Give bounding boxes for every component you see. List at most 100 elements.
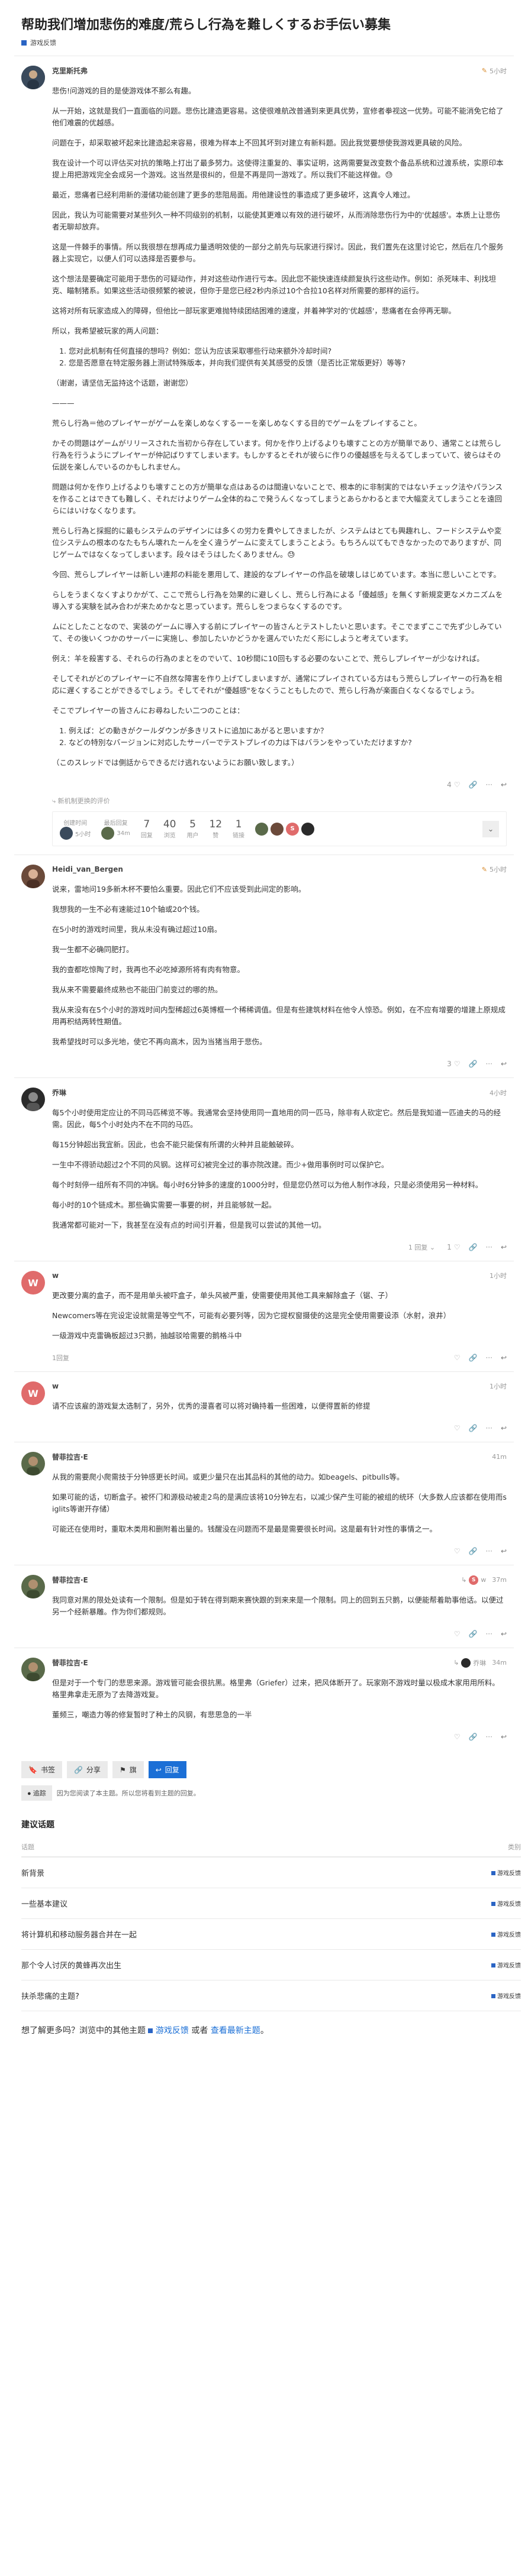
participant-avatar[interactable] xyxy=(255,822,269,836)
category-badge[interactable]: 游戏反馈 xyxy=(497,1963,521,1969)
participant-avatar[interactable] xyxy=(271,822,284,836)
more-icon[interactable]: ··· xyxy=(485,1354,492,1362)
heart-icon[interactable]: ♡ xyxy=(454,1630,461,1638)
avatar[interactable] xyxy=(21,1452,45,1475)
username[interactable]: 乔琳 xyxy=(52,1088,66,1098)
suggested-topic-link[interactable]: 扶杀悲痛的主题? xyxy=(21,1980,419,2011)
creator-avatar[interactable] xyxy=(60,827,73,840)
like-count[interactable]: 4 xyxy=(447,781,452,789)
reply-arrow-icon[interactable]: ↩ xyxy=(501,1060,507,1068)
username[interactable]: 克里斯托弗 xyxy=(52,66,88,76)
more-icon[interactable]: ··· xyxy=(485,1733,492,1741)
avatar[interactable] xyxy=(21,1088,45,1111)
edit-pencil-icon[interactable]: ✎ xyxy=(482,67,487,75)
link-icon[interactable]: 🔗 xyxy=(469,1424,478,1432)
stat-views: 40 浏览 xyxy=(163,818,176,839)
reply-to-indicator[interactable]: ↳ Sw xyxy=(461,1575,486,1585)
reply-arrow-icon[interactable]: ↩ xyxy=(501,1547,507,1555)
avatar[interactable]: W xyxy=(21,1271,45,1295)
category-badge[interactable]: 游戏反馈 xyxy=(497,1901,521,1908)
tracking-button[interactable]: ● 追踪 xyxy=(21,1785,52,1801)
link-icon[interactable]: 🔗 xyxy=(469,1354,478,1362)
participant-avatar[interactable]: S xyxy=(286,822,300,836)
category-link[interactable]: 游戏反馈 xyxy=(156,2026,189,2035)
more-icon[interactable]: ··· xyxy=(485,1630,492,1638)
username[interactable]: Heidi_van_Bergen xyxy=(52,865,123,873)
post-actions: 3 ♡ 🔗 ··· ↩ xyxy=(52,1056,507,1072)
bookmark-button[interactable]: 🔖 书签 xyxy=(21,1761,62,1778)
latest-topics-link[interactable]: 查看最新主题 xyxy=(211,2026,260,2035)
heart-icon[interactable]: ♡ xyxy=(454,1243,461,1251)
heart-icon[interactable]: ♡ xyxy=(454,1354,461,1362)
username[interactable]: w xyxy=(52,1382,59,1390)
heart-icon[interactable]: ♡ xyxy=(454,1547,461,1555)
category-badge[interactable]: 游戏反馈 xyxy=(497,1932,521,1939)
column-header: 话题 xyxy=(21,1837,419,1857)
heart-icon[interactable]: ♡ xyxy=(454,781,461,789)
avatar[interactable] xyxy=(21,1575,45,1598)
flag-button[interactable]: ⚑ 旗 xyxy=(112,1761,144,1778)
post-time[interactable]: 4小时 xyxy=(490,1088,507,1098)
share-button[interactable]: 🔗 分享 xyxy=(66,1761,108,1778)
link-icon[interactable]: 🔗 xyxy=(469,1733,478,1741)
suggested-topic-link[interactable]: 一些基本建议 xyxy=(21,1888,419,1919)
username[interactable]: 替菲拉吉·E xyxy=(52,1575,88,1585)
reply-to-indicator[interactable]: ↳ 乔琳 xyxy=(453,1658,486,1668)
table-row[interactable]: 将计算机和移动服务器合并在一起 游戏反馈 xyxy=(21,1918,521,1950)
heart-icon[interactable]: ♡ xyxy=(454,1060,461,1068)
reply-arrow-icon[interactable]: ↩ xyxy=(501,1424,507,1432)
avatar[interactable] xyxy=(21,865,45,888)
table-row[interactable]: 一些基本建议 游戏反馈 xyxy=(21,1888,521,1919)
participant-avatar[interactable] xyxy=(301,822,315,836)
more-icon[interactable]: ··· xyxy=(485,1243,492,1251)
category-badge[interactable]: 游戏反馈 xyxy=(497,1994,521,2000)
reply-button[interactable]: ↩ 回复 xyxy=(148,1761,186,1778)
post-time[interactable]: 34m xyxy=(492,1659,507,1666)
suggested-topic-link[interactable]: 将计算机和移动服务器合并在一起 xyxy=(21,1918,419,1950)
heart-icon[interactable]: ♡ xyxy=(454,1733,461,1741)
link-icon[interactable]: 🔗 xyxy=(469,1547,478,1555)
post-time[interactable]: 1小时 xyxy=(490,1381,507,1391)
username[interactable]: 替菲拉吉·E xyxy=(52,1452,88,1462)
reply-arrow-icon[interactable]: ↩ xyxy=(501,1354,507,1362)
like-count[interactable]: 3 xyxy=(447,1060,452,1068)
last-replier-avatar[interactable] xyxy=(101,827,115,840)
link-icon[interactable]: 🔗 xyxy=(469,1630,478,1638)
username[interactable]: 替菲拉吉·E xyxy=(52,1658,88,1668)
category-badge[interactable]: 游戏反馈 xyxy=(497,1870,521,1877)
link-icon[interactable]: 🔗 xyxy=(469,1060,478,1068)
table-row[interactable]: 那个令人讨厌的黄蜂再次出生 游戏反馈 xyxy=(21,1949,521,1980)
reply-count[interactable]: 1 回复 ⌄ xyxy=(408,1242,435,1252)
reply-arrow-icon[interactable]: ↩ xyxy=(501,1243,507,1251)
post-time[interactable]: 37m xyxy=(492,1576,507,1584)
table-row[interactable]: 扶杀悲痛的主题? 游戏反馈 xyxy=(21,1980,521,2011)
post-time[interactable]: 1小时 xyxy=(490,1271,507,1280)
reply-count[interactable]: 1回复 xyxy=(52,1353,69,1363)
avatar[interactable] xyxy=(21,1658,45,1681)
post-time[interactable]: 5小时 xyxy=(490,865,507,874)
reply-arrow-icon[interactable]: ↩ xyxy=(501,781,507,789)
username[interactable]: w xyxy=(52,1271,59,1280)
suggested-topic-link[interactable]: 新背景 xyxy=(21,1857,419,1888)
more-icon[interactable]: ··· xyxy=(485,781,492,789)
table-row[interactable]: 新背景 游戏反馈 xyxy=(21,1857,521,1888)
avatar[interactable]: W xyxy=(21,1381,45,1405)
more-icon[interactable]: ··· xyxy=(485,1547,492,1555)
linked-topic[interactable]: ⤷ 新机制更换的评价 xyxy=(52,796,507,805)
post-time[interactable]: 5小时 xyxy=(490,66,507,76)
link-icon[interactable]: 🔗 xyxy=(469,781,478,789)
heart-icon[interactable]: ♡ xyxy=(454,1424,461,1432)
topic-category[interactable]: 游戏反馈 xyxy=(21,38,514,47)
expand-chevron-icon[interactable]: ⌄ xyxy=(482,820,499,837)
avatar[interactable] xyxy=(21,66,45,89)
more-icon[interactable]: ··· xyxy=(485,1060,492,1068)
edit-pencil-icon[interactable]: ✎ xyxy=(482,866,487,873)
link-icon[interactable]: 🔗 xyxy=(469,1243,478,1251)
like-count[interactable]: 1 xyxy=(447,1243,452,1251)
more-icon[interactable]: ··· xyxy=(485,1424,492,1432)
reply-arrow-icon[interactable]: ↩ xyxy=(501,1733,507,1741)
suggested-topic-link[interactable]: 那个令人讨厌的黄蜂再次出生 xyxy=(21,1949,419,1980)
post-time[interactable]: 41m xyxy=(492,1453,507,1461)
list-item: 您对此机制有任何直接的想吗？例如：您认为应该采取哪些行动来额外冷却时间? xyxy=(69,345,507,357)
reply-arrow-icon[interactable]: ↩ xyxy=(501,1630,507,1638)
